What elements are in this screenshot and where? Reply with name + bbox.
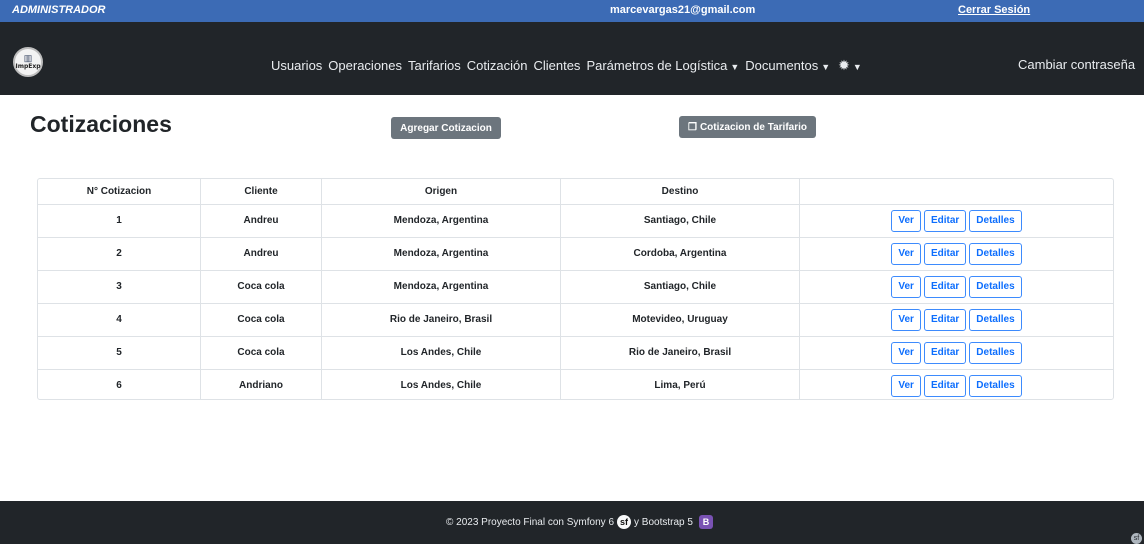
main-navbar: ▥ ImpExp Usuarios Operaciones Tarifarios… [0,22,1144,95]
footer: © 2023 Proyecto Final con Symfony 6 sf y… [0,501,1144,544]
view-button[interactable]: Ver [891,308,921,331]
details-button[interactable]: Detalles [969,374,1022,397]
cell-number: 6 [38,369,201,399]
edit-button[interactable]: Editar [923,374,967,397]
view-button[interactable]: Ver [891,275,921,298]
cell-origin: Mendoza, Argentina [321,204,561,237]
table-header-row: N° Cotizacion Cliente Origen Destino [38,179,1113,204]
footer-content: © 2023 Proyecto Final con Symfony 6 sf y… [446,515,713,529]
page-title: Cotizaciones [30,111,172,137]
details-button[interactable]: Detalles [969,275,1022,298]
logout-link[interactable]: Cerrar Sesión [958,4,1030,16]
table-row: 1 Andreu Mendoza, Argentina Santiago, Ch… [38,204,1113,237]
view-button[interactable]: Ver [891,209,921,232]
user-email: marcevargas21@gmail.com [610,4,756,16]
table-row: 4 Coca cola Rio de Janeiro, Brasil Motev… [38,303,1113,336]
nav-usuarios[interactable]: Usuarios [271,58,322,73]
nav-links: Usuarios Operaciones Tarifarios Cotizaci… [271,57,868,74]
change-password-link[interactable]: Cambiar contraseña [1018,57,1135,72]
tariff-quote-label: Cotizacion de Tarifario [699,121,808,133]
cell-destination: Rio de Janeiro, Brasil [560,336,800,369]
cell-actions: Ver Editar Detalles [800,237,1114,270]
nav-parametros-label: Parámetros de Logística [586,58,728,73]
cell-origin: Los Andes, Chile [321,336,561,369]
cell-destination: Lima, Perú [560,369,800,399]
cell-number: 3 [38,270,201,303]
nav-cotizacion[interactable]: Cotización [467,58,528,73]
symfony-icon: sf [617,515,632,529]
cell-actions: Ver Editar Detalles [800,303,1114,336]
building-icon: ▥ [23,53,33,63]
table-row: 3 Coca cola Mendoza, Argentina Santiago,… [38,270,1113,303]
logo[interactable]: ▥ ImpExp [13,47,43,77]
nav-clientes[interactable]: Clientes [533,58,580,73]
header-number: N° Cotizacion [38,179,201,204]
header-client: Cliente [200,179,322,204]
edit-button[interactable]: Editar [923,209,967,232]
header-destination: Destino [560,179,800,204]
caret-down-icon: ▼ [852,62,862,72]
cell-destination: Santiago, Chile [560,204,800,237]
cell-origin: Mendoza, Argentina [321,237,561,270]
cell-origin: Los Andes, Chile [321,369,561,399]
cell-client: Andreu [200,204,322,237]
footer-text-after: y Bootstrap 5 [634,516,693,528]
header-actions [800,179,1114,204]
tariff-quote-button[interactable]: ❐ Cotizacion de Tarifario [679,116,816,138]
cell-client: Andriano [200,369,322,399]
details-button[interactable]: Detalles [969,308,1022,331]
cell-number: 4 [38,303,201,336]
cell-number: 5 [38,336,201,369]
symfony-toolbar-icon[interactable]: sf [1131,533,1142,544]
details-button[interactable]: Detalles [969,341,1022,364]
cell-client: Andreu [200,237,322,270]
footer-text: © 2023 Proyecto Final con Symfony 6 [446,516,615,528]
cell-client: Coca cola [200,270,322,303]
logo-text: ImpExp [15,63,41,70]
user-role: ADMINISTRADOR [12,4,106,16]
cell-client: Coca cola [200,336,322,369]
top-info-bar: ADMINISTRADOR marcevargas21@gmail.com Ce… [0,0,1144,22]
cell-destination: Motevideo, Uruguay [560,303,800,336]
table-row: 2 Andreu Mendoza, Argentina Cordoba, Arg… [38,237,1113,270]
caret-down-icon: ▼ [730,62,740,72]
cell-origin: Mendoza, Argentina [321,270,561,303]
quotes-table: N° Cotizacion Cliente Origen Destino 1 A… [37,178,1114,400]
view-button[interactable]: Ver [891,242,921,265]
cell-actions: Ver Editar Detalles [800,369,1114,399]
caret-down-icon: ▼ [821,62,831,72]
table-row: 5 Coca cola Los Andes, Chile Rio de Jane… [38,336,1113,369]
header-origin: Origen [321,179,561,204]
edit-button[interactable]: Editar [923,242,967,265]
cell-destination: Santiago, Chile [560,270,800,303]
table-row: 6 Andriano Los Andes, Chile Lima, Perú V… [38,369,1114,399]
cell-number: 2 [38,237,201,270]
cell-actions: Ver Editar Detalles [800,204,1114,237]
details-button[interactable]: Detalles [969,242,1022,265]
nav-documentos-label: Documentos [745,58,819,73]
cell-number: 1 [38,204,201,237]
bootstrap-icon: B [698,515,713,529]
cell-origin: Rio de Janeiro, Brasil [321,303,561,336]
view-button[interactable]: Ver [891,341,921,364]
cell-destination: Cordoba, Argentina [560,237,800,270]
nav-parametros-dropdown[interactable]: Parámetros de Logística ▼ [586,58,739,73]
nav-tarifarios[interactable]: Tarifarios [408,58,461,73]
view-button[interactable]: Ver [891,374,921,397]
edit-button[interactable]: Editar [923,308,967,331]
cell-actions: Ver Editar Detalles [800,270,1114,303]
gear-icon: ✹ [838,57,850,73]
edit-button[interactable]: Editar [923,341,967,364]
edit-button[interactable]: Editar [923,275,967,298]
details-button[interactable]: Detalles [969,209,1022,232]
settings-dropdown[interactable]: ✹ ▼ [836,57,862,74]
cell-actions: Ver Editar Detalles [800,336,1114,369]
nav-operaciones[interactable]: Operaciones [328,58,402,73]
nav-documentos-dropdown[interactable]: Documentos ▼ [745,58,830,73]
add-quote-button[interactable]: Agregar Cotizacion [391,117,501,139]
copy-icon: ❐ [687,121,697,133]
cell-client: Coca cola [200,303,322,336]
